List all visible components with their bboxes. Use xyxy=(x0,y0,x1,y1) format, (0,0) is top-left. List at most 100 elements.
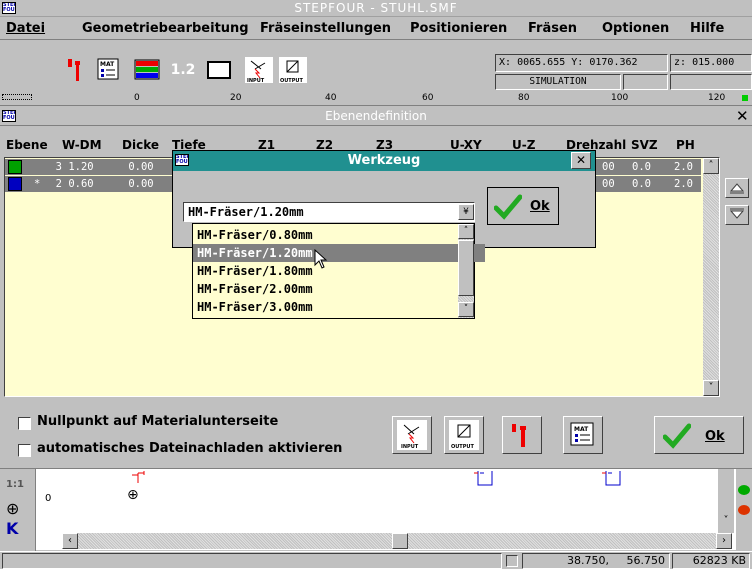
werkzeug-select[interactable]: HM-Fräser/1.20mm ¥ xyxy=(183,202,475,222)
rectangle-icon[interactable] xyxy=(204,55,234,85)
status-field-2 xyxy=(623,74,668,90)
crosshair-icon[interactable]: ⊕ xyxy=(6,499,19,518)
layer-color-swatch[interactable] xyxy=(8,177,22,191)
tool-icon-p[interactable] xyxy=(738,505,750,515)
menu-fraesen[interactable]: Fräsen xyxy=(528,21,577,36)
z-label: z: xyxy=(674,57,687,68)
svg-text:MAT: MAT xyxy=(100,61,115,68)
werkzeug-option[interactable]: HM-Fräser/2.00mm xyxy=(193,280,485,298)
werkzeug-close-icon[interactable]: ✕ xyxy=(571,152,591,169)
nachladen-label[interactable]: automatisches Dateinachladen aktivieren xyxy=(37,441,342,456)
menu-datei[interactable]: Datei xyxy=(6,21,45,36)
coordinate-display: X: 0065.655 Y: 0170.362 xyxy=(495,54,668,72)
svg-text:OUTPUT: OUTPUT xyxy=(280,78,303,83)
row-drehzahl: 00 xyxy=(602,178,615,190)
tool-button[interactable] xyxy=(502,416,542,454)
output-icon[interactable]: OUTPUT xyxy=(278,55,308,85)
ruler-tick: 100 xyxy=(611,93,629,103)
menu-positionieren[interactable]: Positionieren xyxy=(410,21,507,36)
col-wdm[interactable]: W-DM xyxy=(62,138,102,152)
scale-12-button[interactable]: 1.2 xyxy=(168,55,198,85)
dropdown-scrollbar[interactable]: ˄ ˅ xyxy=(458,224,474,318)
z-value: 015.000 xyxy=(692,57,735,68)
origin-crosshair-icon: ⊕ xyxy=(127,487,139,503)
list-scrollbar[interactable]: ˄ ˅ xyxy=(703,158,719,396)
status-bar: 38.750, 56.750 62823 KB xyxy=(0,551,752,569)
scroll-down-icon[interactable]: ˅ xyxy=(703,380,719,396)
ruler-tick: 80 xyxy=(518,93,530,103)
tool-icon-e[interactable] xyxy=(738,485,750,495)
menu-optionen[interactable]: Optionen xyxy=(602,21,669,36)
status-message xyxy=(2,553,502,569)
layer-color-swatch[interactable] xyxy=(8,160,22,174)
material-button[interactable]: MAT xyxy=(563,416,603,454)
nullpunkt-checkbox[interactable] xyxy=(18,417,31,430)
mode-display: SIMULATION xyxy=(495,74,621,90)
part-shape-3 xyxy=(602,471,621,486)
menu-fraeseinstellungen[interactable]: Fräseinstellungen xyxy=(260,21,391,36)
ruler-tick: 120 xyxy=(708,93,726,103)
nullpunkt-label[interactable]: Nullpunkt auf Materialunterseite xyxy=(37,414,278,429)
y-value: 0170.362 xyxy=(589,57,638,68)
layers-icon[interactable] xyxy=(132,55,162,85)
dropdown-scroll-down-icon[interactable]: ˅ xyxy=(458,302,474,317)
dropdown-scroll-thumb[interactable] xyxy=(458,240,474,296)
output-button[interactable]: OUTPUT xyxy=(444,416,484,454)
menu-bar: Datei Geometriebearbeitung Fräseinstellu… xyxy=(0,18,752,40)
scroll-right-icon[interactable]: › xyxy=(716,533,732,549)
input-icon[interactable]: INPUT xyxy=(244,55,274,85)
scroll-up-icon[interactable]: ˄ xyxy=(703,158,719,174)
material-icon[interactable]: MAT xyxy=(94,55,124,85)
move-up-button[interactable] xyxy=(725,178,749,198)
checkmark-icon xyxy=(494,194,522,220)
dropdown-arrow-icon[interactable]: ¥ xyxy=(458,204,474,220)
status-indicator xyxy=(506,555,518,567)
werkzeug-title-bar: STEP FOUR Werkzeug ✕ xyxy=(173,151,595,171)
ruler: 0 20 40 60 80 100 120 xyxy=(0,92,752,106)
drawing-hscrollbar[interactable]: ‹ › xyxy=(62,533,732,549)
ebenen-ok-button[interactable]: Ok xyxy=(654,416,744,454)
row-wdm: 0.60 xyxy=(68,178,94,190)
input-button[interactable]: INPUT xyxy=(392,416,432,454)
col-svz[interactable]: SVZ xyxy=(631,138,658,152)
tool-down-icon[interactable] xyxy=(62,55,92,85)
z-display: z: 015.000 xyxy=(670,54,752,72)
k-button[interactable]: K xyxy=(6,519,18,538)
ebenen-title: Ebenendefinition xyxy=(325,109,427,123)
scroll-thumb[interactable] xyxy=(392,533,408,549)
dropdown-scroll-up-icon[interactable]: ˄ xyxy=(458,224,474,239)
row-ph: 2.0 xyxy=(674,161,693,173)
werkzeug-option[interactable]: HM-Fräser/0.80mm xyxy=(193,226,485,244)
left-toolbox: 1:1 ⊕ K xyxy=(0,469,36,551)
ruler-tick: 60 xyxy=(422,93,434,103)
row-num: 2 xyxy=(55,178,62,190)
move-down-button[interactable] xyxy=(725,205,749,225)
werkzeug-option[interactable]: HM-Fräser/3.00mm xyxy=(193,298,485,316)
werkzeug-dropdown-list[interactable]: HM-Fräser/0.80mm HM-Fräser/1.20mm HM-Frä… xyxy=(192,223,485,319)
row-2-values: * 2 0.60 0.00 xyxy=(34,176,154,192)
scroll-left-icon[interactable]: ‹ xyxy=(62,533,78,549)
row-drehzahl: 00 xyxy=(602,161,615,173)
werkzeug-option-selected[interactable]: HM-Fräser/1.20mm xyxy=(193,244,485,262)
status-memory: 62823 KB xyxy=(672,553,750,569)
row-2-right: 00 0.0 2.0 xyxy=(602,176,693,192)
ebenen-close-icon[interactable]: ✕ xyxy=(736,107,749,125)
werkzeug-option[interactable]: HM-Fräser/1.80mm xyxy=(193,262,485,280)
row-dicke: 0.00 xyxy=(128,161,154,173)
ruler-origin-icon xyxy=(2,94,32,100)
drawing-area[interactable]: 1:1 ⊕ K 0 ⊕ ‹ › ˅ xyxy=(0,468,752,551)
nachladen-checkbox[interactable] xyxy=(18,444,31,457)
werkzeug-ok-button[interactable]: Ok xyxy=(487,187,559,225)
row-wdm: 1.20 xyxy=(68,161,94,173)
menu-hilfe[interactable]: Hilfe xyxy=(690,21,724,36)
col-ph[interactable]: PH xyxy=(676,138,695,152)
col-dicke[interactable]: Dicke xyxy=(122,138,159,152)
werkzeug-selected-value: HM-Fräser/1.20mm xyxy=(188,205,304,219)
ratio-icon[interactable]: 1:1 xyxy=(6,479,24,490)
col-ebene[interactable]: Ebene xyxy=(6,138,48,152)
ruler-marker xyxy=(742,95,748,101)
menu-geometriebearbeitung[interactable]: Geometriebearbeitung xyxy=(82,21,249,36)
drawing-vscrollbar[interactable]: ˅ xyxy=(718,469,734,533)
scroll-down-icon[interactable]: ˅ xyxy=(718,515,734,531)
app-title: STEPFOUR - STUHL.SMF xyxy=(294,1,458,15)
